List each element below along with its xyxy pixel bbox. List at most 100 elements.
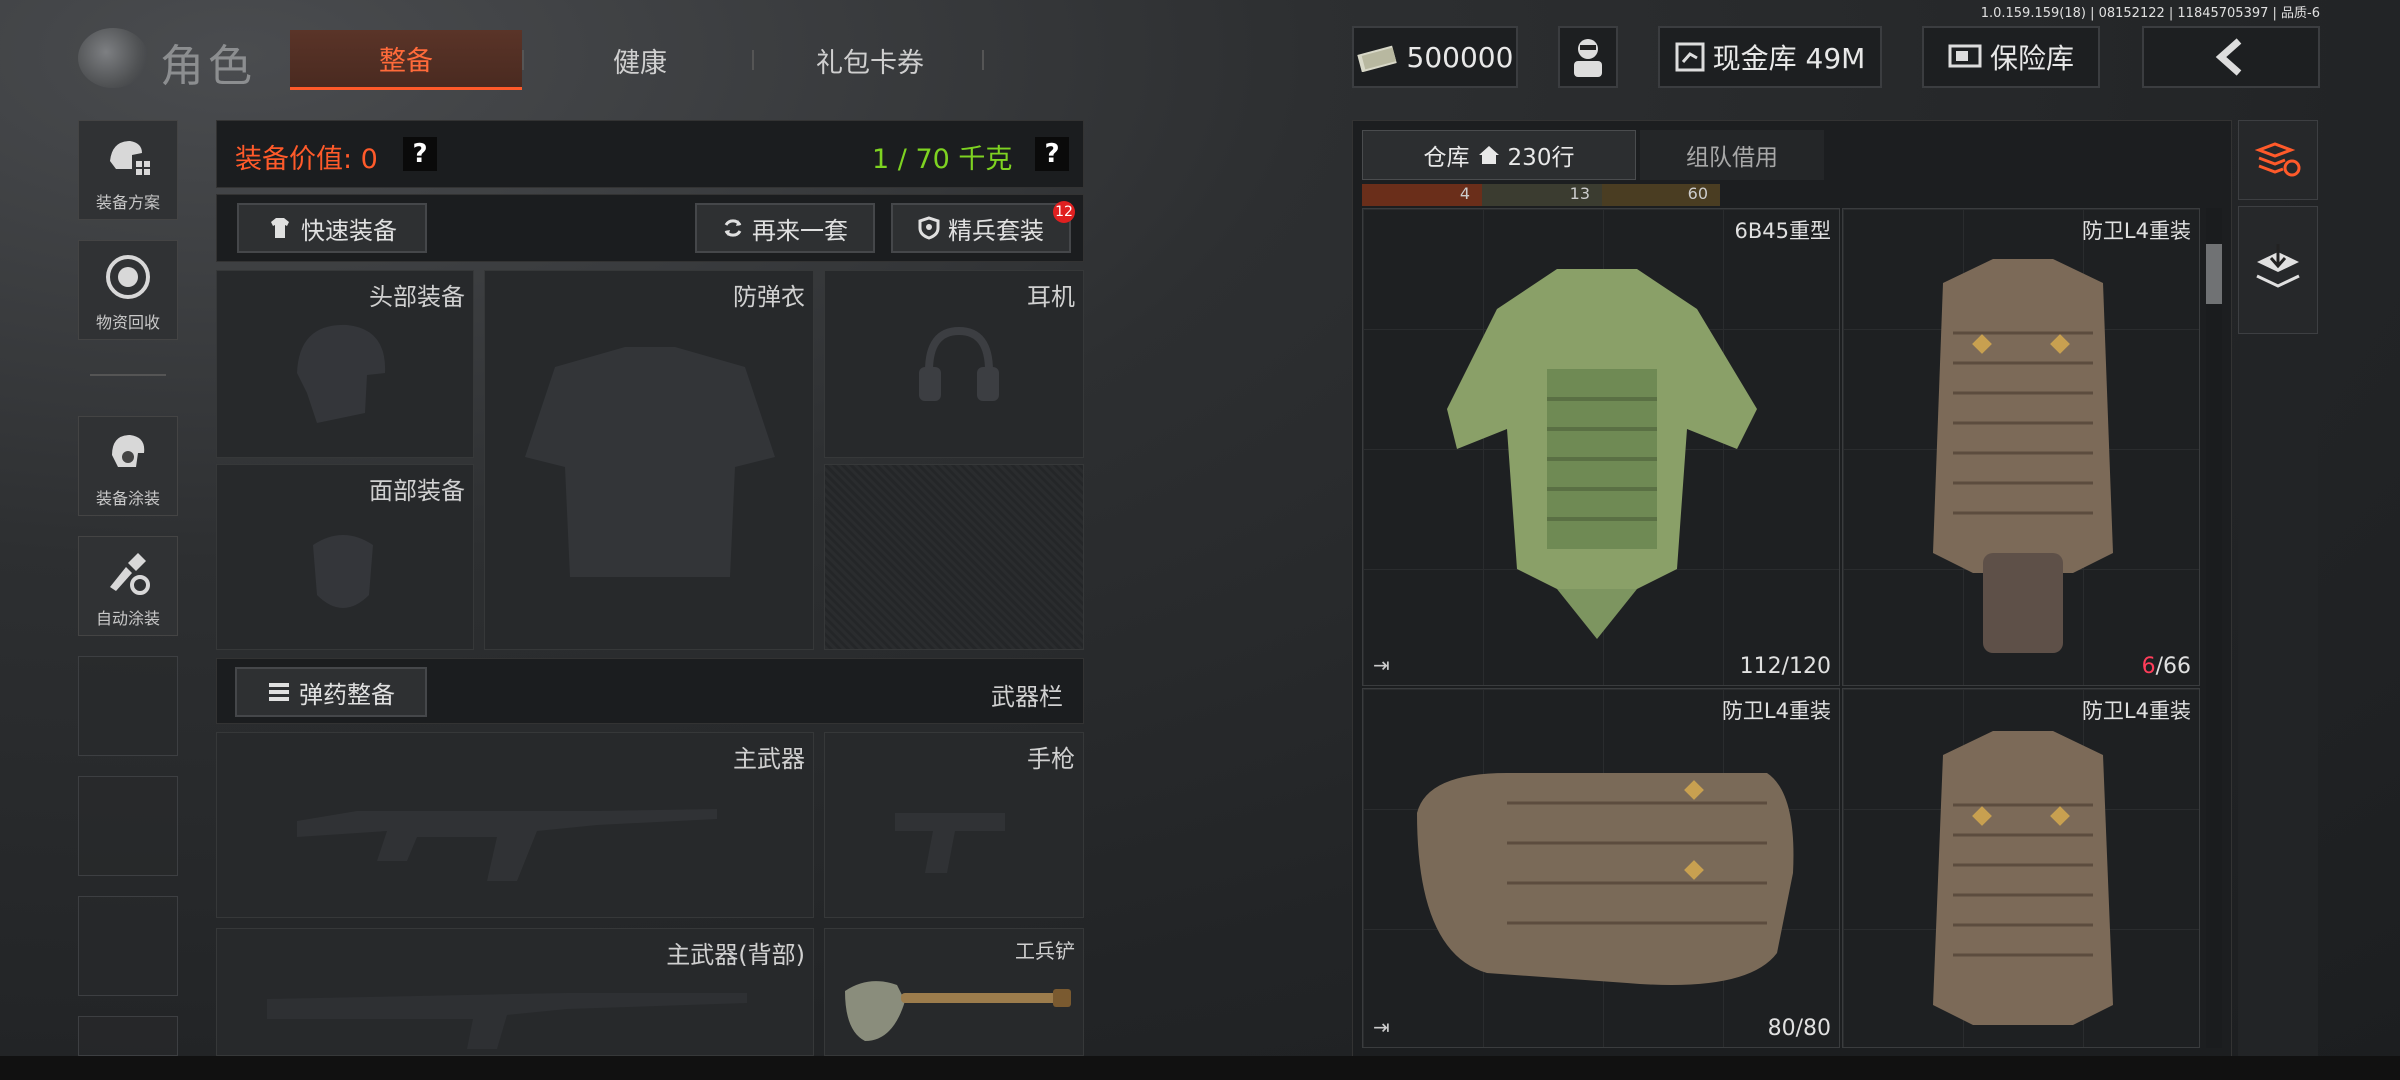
value-help-icon[interactable]: ? — [403, 137, 437, 171]
face-slot[interactable]: 面部装备 — [216, 464, 474, 650]
inventory-item[interactable]: 防卫L4重装 — [1842, 688, 2200, 1048]
sidebar-item-loadout[interactable]: 装备方案 — [78, 120, 178, 220]
quick-equip-button[interactable]: 快速装备 — [237, 203, 427, 253]
tab-divider — [982, 50, 984, 70]
primary-back-weapon-slot[interactable]: 主武器(背部) — [216, 928, 814, 1056]
loadout-icon — [110, 141, 150, 175]
globe-logo-icon — [78, 28, 148, 88]
refresh-icon — [724, 219, 742, 237]
sidebar-empty-slot — [78, 776, 178, 876]
item-name: 防卫L4重装 — [2081, 219, 2191, 243]
elite-set-button[interactable]: 精兵套装 — [891, 203, 1071, 253]
slot-label: 主武器(背部) — [666, 941, 805, 969]
version-text: 1.0.159.159(18) | 08152122 | 11845705397… — [1980, 6, 2320, 21]
inventory-top-strip: 4 13 60 — [1362, 184, 1720, 206]
slot-label: 面部装备 — [369, 477, 465, 505]
quick-equip-label: 快速装备 — [301, 216, 397, 245]
strip-value: 13 — [1569, 184, 1590, 203]
money-display[interactable]: 500000 — [1352, 26, 1518, 88]
cash-vault-button[interactable]: 现金库 49M — [1658, 26, 1882, 88]
deposit-stack-button[interactable] — [2238, 206, 2318, 334]
inventory-scrollbar[interactable] — [2206, 208, 2222, 1048]
headset-slot[interactable]: 耳机 — [824, 270, 1084, 458]
sidebar-empty-slot — [78, 1016, 178, 1056]
tab-health[interactable]: 健康 — [530, 30, 750, 90]
tab-divider — [752, 50, 754, 70]
helmet-paint-icon — [112, 435, 145, 467]
auto-paint-icon — [110, 553, 150, 595]
merchant-button[interactable] — [1558, 26, 1618, 88]
right-rail — [2238, 340, 2318, 1056]
redo-set-button[interactable]: 再来一套 — [695, 203, 875, 253]
item-durability: 6/66 — [2142, 654, 2191, 679]
back-arrow-icon — [2215, 38, 2242, 76]
home-icon — [1478, 146, 1499, 164]
sidebar-item-recycle[interactable]: 物资回收 — [78, 240, 178, 340]
inventory-item[interactable]: 6B45重型 ⇥ 112/120 — [1362, 208, 1840, 686]
slot-label: 耳机 — [1027, 283, 1075, 311]
rifle-silhouette-icon — [267, 993, 747, 1049]
head-slot[interactable]: 头部装备 — [216, 270, 474, 458]
brown-vest-icon — [1933, 259, 2113, 653]
tab-label: 礼包卡券 — [816, 47, 924, 79]
tab-equip[interactable]: 整备 — [290, 30, 522, 90]
weight-value: 1 / 70 千克 — [872, 144, 1013, 175]
move-out-icon[interactable]: ⇥ — [1373, 1015, 1390, 1039]
scrollbar-thumb[interactable] — [2206, 244, 2222, 304]
elite-badge: 12 — [1053, 201, 1075, 223]
item-name: 防卫L4重装 — [2081, 699, 2191, 723]
warehouse-rows: 230行 — [1507, 145, 1575, 171]
weight-help-icon[interactable]: ? — [1035, 137, 1069, 171]
pistol-slot[interactable]: 手枪 — [824, 732, 1084, 918]
insurance-vault-button[interactable]: 保险库 — [1922, 26, 2100, 88]
sort-stack-button[interactable] — [2238, 120, 2318, 200]
merchant-icon — [1574, 39, 1602, 77]
shovel-slot[interactable]: 工兵铲 — [824, 928, 1084, 1056]
money-amount: 500000 — [1406, 40, 1514, 74]
sidebar-empty-slot — [78, 656, 178, 756]
cash-icon — [1356, 45, 1397, 72]
equipment-actions: 快速装备 再来一套 精兵套装 12 — [216, 194, 1084, 262]
insurance-label: 保险库 — [1989, 42, 2074, 75]
tab-label: 组队借用 — [1686, 145, 1778, 171]
page-title: 角色 — [160, 41, 256, 92]
helmet-silhouette-icon — [297, 324, 386, 423]
slot-label: 主武器 — [733, 745, 805, 773]
elite-set-label: 精兵套装 — [948, 216, 1044, 245]
sidebar-item-skin[interactable]: 装备涂装 — [78, 416, 178, 516]
inventory-item[interactable]: 防卫L4重装 ⇥ 80/80 — [1362, 688, 1840, 1048]
primary-weapon-slot[interactable]: 主武器 — [216, 732, 814, 918]
armor-slot[interactable]: 防弹衣 — [484, 270, 814, 650]
stack-refresh-icon — [2255, 142, 2301, 177]
equipment-summary: 装备价值: 0 ? 1 / 70 千克 ? — [216, 120, 1084, 188]
strip-value: 4 — [1459, 184, 1470, 203]
shirt-icon — [271, 218, 289, 238]
item-name: 6B45重型 — [1734, 219, 1832, 243]
inventory-item[interactable]: 防卫L4重装 6/66 — [1842, 208, 2200, 686]
tab-gift-cards[interactable]: 礼包卡券 — [760, 30, 980, 90]
sidebar-item-label: 自动涂装 — [95, 609, 160, 628]
tab-warehouse[interactable]: 仓库 230行 — [1362, 130, 1636, 180]
vest-silhouette-icon — [525, 347, 775, 577]
redo-set-label: 再来一套 — [752, 216, 848, 245]
back-button[interactable] — [2142, 26, 2320, 88]
slot-label: 工兵铲 — [1015, 939, 1075, 963]
durability-max: /66 — [2155, 654, 2191, 679]
sidebar-item-auto-skin[interactable]: 自动涂装 — [78, 536, 178, 636]
ammo-button[interactable]: 弹药整备 — [235, 667, 427, 717]
ammo-icon — [269, 683, 289, 701]
tab-team-borrow[interactable]: 组队借用 — [1640, 130, 1824, 180]
item-durability: 112/120 — [1739, 654, 1831, 679]
safe-icon — [1948, 44, 1982, 68]
recycle-icon — [106, 255, 150, 299]
sidebar-item-label: 装备涂装 — [95, 489, 160, 508]
slot-label: 头部装备 — [369, 283, 465, 311]
shovel-icon — [845, 981, 1071, 1041]
vault-icon — [1675, 42, 1705, 72]
item-name: 防卫L4重装 — [1721, 699, 1831, 723]
strip-value: 60 — [1687, 184, 1708, 203]
tab-divider — [522, 50, 524, 70]
move-out-icon[interactable]: ⇥ — [1373, 653, 1390, 677]
sidebar-divider — [90, 374, 166, 376]
weapon-bar-label: 武器栏 — [991, 683, 1063, 711]
